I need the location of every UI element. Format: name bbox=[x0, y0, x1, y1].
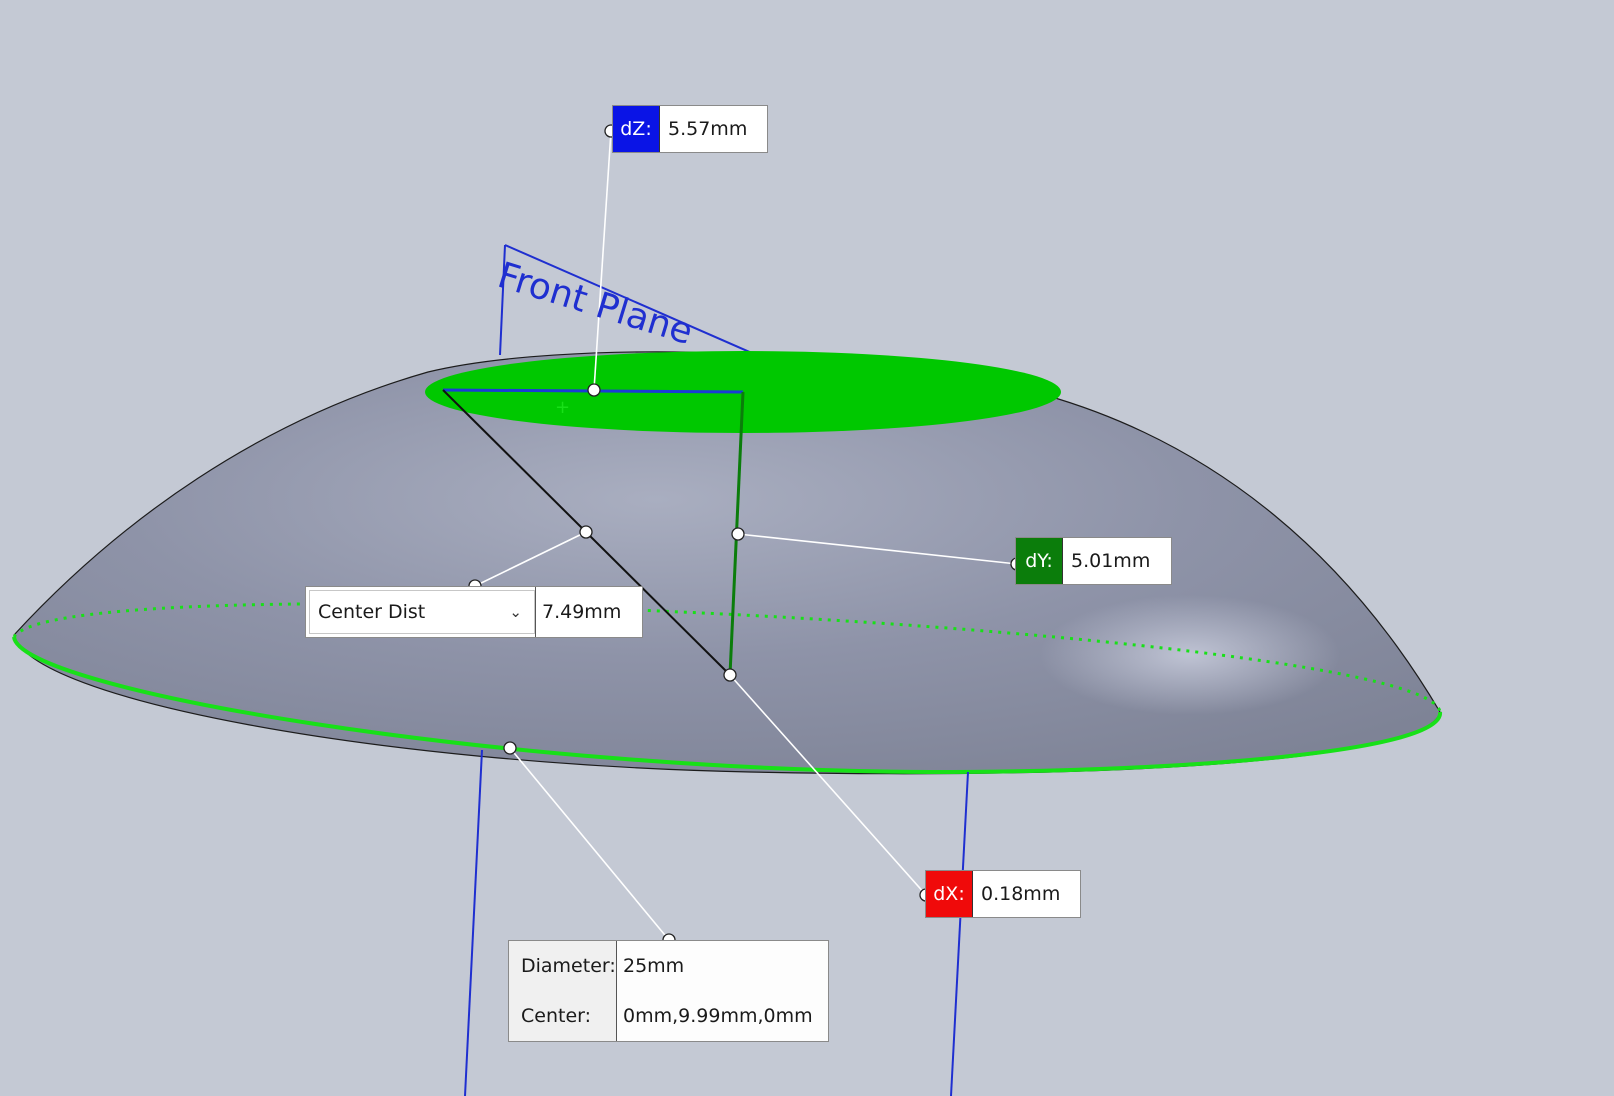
dy-tag: dY: bbox=[1016, 538, 1063, 584]
center-dist-value: 7.49mm bbox=[535, 587, 621, 637]
dx-tag: dX: bbox=[926, 871, 973, 917]
dz-tag: dZ: bbox=[613, 106, 660, 152]
center-dist-callout[interactable]: Center Dist ⌄ 7.49mm bbox=[305, 586, 643, 638]
svg-text:+: + bbox=[555, 397, 570, 418]
circle-info-callout[interactable]: Diameter: 25mm Center: 0mm,9.99mm,0mm bbox=[508, 940, 829, 1042]
dx-value: 0.18mm bbox=[981, 883, 1061, 905]
center-label: Center: bbox=[509, 991, 617, 1041]
distance-mode-dropdown[interactable]: Center Dist ⌄ bbox=[309, 590, 535, 634]
dy-value: 5.01mm bbox=[1071, 550, 1151, 572]
diameter-label: Diameter: bbox=[509, 941, 617, 991]
chevron-down-icon: ⌄ bbox=[509, 603, 522, 621]
dz-value: 5.57mm bbox=[668, 118, 748, 140]
dz-callout[interactable]: dZ: 5.57mm bbox=[612, 105, 768, 153]
dy-callout[interactable]: dY: 5.01mm bbox=[1015, 537, 1172, 585]
graphics-viewport[interactable]: + bbox=[0, 0, 1614, 1096]
diameter-value: 25mm bbox=[617, 941, 828, 991]
distance-mode-label: Center Dist bbox=[318, 601, 426, 623]
dx-callout[interactable]: dX: 0.18mm bbox=[925, 870, 1081, 918]
front-plane-lower-lines bbox=[464, 749, 969, 1096]
center-value: 0mm,9.99mm,0mm bbox=[617, 991, 828, 1041]
